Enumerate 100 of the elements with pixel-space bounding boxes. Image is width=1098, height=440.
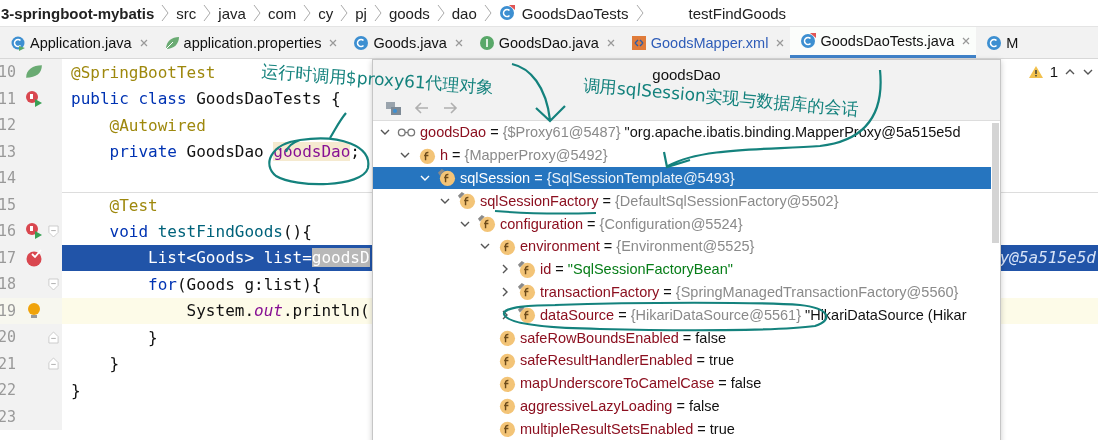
chevron-icon — [483, 4, 492, 22]
warning-icon[interactable] — [1027, 64, 1044, 79]
editor-tab[interactable]: Application.java — [0, 27, 154, 58]
code-line: @Autowired — [109, 115, 206, 135]
xml-file-icon — [630, 34, 647, 51]
chevron-icon — [303, 4, 312, 22]
editor-tab[interactable]: application.properties — [153, 27, 344, 58]
breadcrumb-item[interactable]: 3-springboot-mybatis — [1, 4, 155, 22]
fold-icon[interactable] — [48, 224, 59, 238]
variable-entry: environment = {Environment@5525} — [520, 238, 755, 255]
close-icon[interactable] — [961, 36, 972, 46]
variable-entry: multipleResultSetsEnabled = true — [520, 420, 735, 437]
code-line: System.out.println( — [186, 301, 370, 321]
editor-tab[interactable]: Goods.java — [343, 27, 469, 58]
code-line: void testFindGoods(){ — [109, 221, 312, 241]
fold-icon[interactable] — [48, 330, 59, 344]
class-icon — [353, 34, 370, 51]
interface-icon — [478, 34, 495, 51]
tab-label: GoodsMapper.xml — [650, 34, 769, 51]
popup-title: goodsDao — [652, 66, 721, 83]
code-line: } — [71, 380, 81, 400]
chevron-icon — [436, 4, 445, 22]
close-icon[interactable] — [605, 37, 616, 48]
fold-icon[interactable] — [48, 277, 59, 291]
editor-tab[interactable]: GoodsMapper.xml — [620, 27, 791, 58]
line-number: 15 — [0, 195, 18, 214]
spring-class-icon — [10, 34, 26, 51]
variable-entry: aggressiveLazyLoading = false — [520, 397, 720, 414]
warning-count[interactable]: 1 — [1049, 63, 1058, 80]
tree-view-icon[interactable] — [385, 99, 403, 117]
breadcrumb-item[interactable]: src — [176, 4, 197, 22]
variable-row[interactable]: safeResultHandlerEnabled = true — [373, 348, 991, 372]
lightbulb-icon[interactable] — [25, 301, 43, 320]
class-icon — [498, 5, 515, 21]
tab-label: GoodsDaoTests.java — [820, 33, 955, 49]
line-number: 16 — [0, 222, 18, 241]
chevron-icon — [635, 4, 644, 22]
line-number: 11 — [0, 89, 18, 108]
code-line: @Test — [109, 195, 158, 215]
line-number: 12 — [0, 116, 18, 135]
breadcrumb-item[interactable]: java — [218, 4, 246, 22]
breadcrumb-item[interactable]: com — [267, 4, 297, 22]
breadcrumb-item[interactable]: dao — [451, 4, 477, 22]
line-number: 10 — [0, 63, 18, 82]
breakpoint-icon[interactable] — [25, 248, 43, 267]
variable-entry: sqlSession = {SqlSessionTemplate@5493} — [460, 170, 735, 186]
tab-label: M — [1006, 34, 1019, 51]
variable-entry: transactionFactory = {SpringManagedTransactionFactory@5560} — [540, 283, 959, 300]
variable-row[interactable]: mapUnderscoreToCamelCase = false — [373, 371, 991, 395]
scrollbar-thumb[interactable] — [992, 123, 999, 243]
variable-entry: safeRowBoundsEnabled = false — [520, 329, 726, 346]
code-line: @SpringBootTest — [71, 62, 216, 82]
code-line: public class GoodsDaoTests { — [71, 89, 341, 109]
code-line: for(Goods g:list){ — [148, 274, 322, 294]
editor-tab[interactable]: GoodsDao.java — [468, 27, 621, 58]
variable-row[interactable]: id = "SqlSessionFactoryBean" — [373, 257, 991, 281]
leaf-icon — [163, 34, 180, 51]
close-icon[interactable] — [453, 37, 464, 48]
variable-row[interactable]: multipleResultSetsEnabled = true — [373, 417, 991, 440]
variable-entry: configuration = {Configuration@5524} — [500, 215, 743, 232]
chevron-icon — [373, 4, 382, 22]
run-icon[interactable] — [25, 89, 43, 108]
breadcrumb-item[interactable]: GoodsDaoTests — [521, 4, 629, 22]
fold-icon[interactable] — [48, 357, 59, 371]
line-number: 14 — [0, 169, 18, 188]
chevron-icon — [161, 4, 170, 22]
breadcrumb-item[interactable]: cy — [318, 4, 334, 22]
variable-entry: sqlSessionFactory = {DefaultSqlSessionFactory@5502} — [480, 192, 839, 209]
class-icon — [800, 33, 817, 49]
breadcrumb-item[interactable]: testFindGoods — [688, 4, 787, 22]
run-icon[interactable] — [25, 222, 43, 241]
variable-entry: id = "SqlSessionFactoryBean" — [540, 261, 733, 278]
tab-label: Application.java — [30, 34, 132, 51]
variable-row[interactable]: environment = {Environment@5525} — [373, 235, 991, 258]
breadcrumb-item[interactable]: pj — [355, 4, 367, 22]
line-number: 18 — [0, 275, 18, 294]
editor-tab[interactable]: GoodsDaoTests.java — [790, 27, 977, 58]
variable-row[interactable]: configuration = {Configuration@5524} — [373, 212, 991, 235]
chevron-icon — [252, 4, 261, 22]
editor-tab[interactable]: M — [976, 27, 1024, 58]
variable-row[interactable]: safeRowBoundsEnabled = false — [373, 326, 991, 349]
variable-row[interactable]: aggressiveLazyLoading = false — [373, 394, 991, 418]
variable-row[interactable]: sqlSessionFactory = {DefaultSqlSessionFactory@5502} — [373, 189, 991, 213]
line-number: 17 — [0, 248, 18, 267]
close-icon[interactable] — [775, 37, 786, 48]
variable-entry: mapUnderscoreToCamelCase = false — [520, 375, 762, 392]
close-icon[interactable] — [328, 37, 339, 48]
variable-entry: h = {MapperProxy@5492} — [440, 147, 608, 164]
close-icon[interactable] — [138, 37, 149, 48]
class-icon — [986, 34, 1003, 51]
variable-row[interactable]: h = {MapperProxy@5492} — [373, 143, 991, 167]
variable-row[interactable]: sqlSession = {SqlSessionTemplate@5493} — [373, 166, 991, 190]
tab-label: Goods.java — [373, 34, 447, 51]
variable-entry: safeResultHandlerEnabled = true — [520, 352, 735, 369]
breadcrumb-item[interactable]: goods — [388, 4, 430, 22]
chevron-icon — [203, 4, 212, 22]
line-number: 19 — [0, 301, 18, 320]
variable-row[interactable]: transactionFactory = {SpringManagedTransactionFactory@5560} — [373, 280, 991, 304]
code-line: private GoodsDao goodsDao; — [109, 142, 360, 162]
code-line: } — [109, 354, 120, 374]
